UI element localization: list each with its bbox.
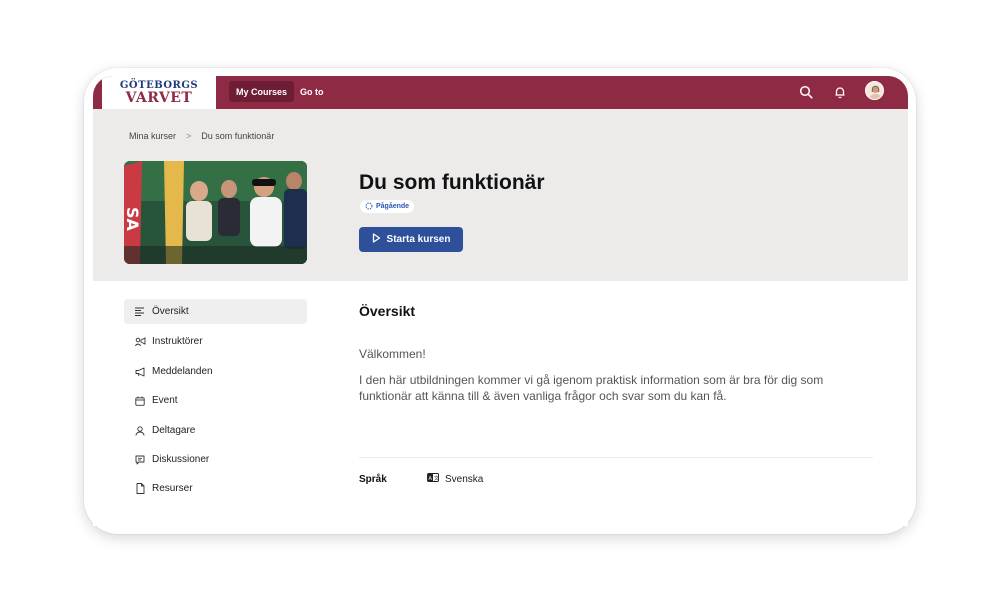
sidebar-item-resurser[interactable]: Resurser: [124, 476, 307, 501]
language-icon: A文: [427, 473, 439, 485]
sidebar-item-deltagare[interactable]: Deltagare: [124, 418, 307, 443]
start-course-label: Starta kursen: [386, 234, 451, 245]
divider: [359, 457, 873, 458]
megaphone-person-icon: [134, 336, 146, 348]
sidebar-item-label: Instruktörer: [152, 336, 203, 347]
language-value-label: Svenska: [445, 473, 484, 485]
course-header: Mina kurser > Du som funktionär SA Du so…: [93, 109, 908, 281]
list-icon: [134, 306, 146, 318]
sidebar-item-label: Resurser: [152, 483, 193, 494]
language-label: Språk: [359, 474, 387, 485]
status-badge-label: Pågående: [376, 203, 410, 210]
avatar[interactable]: [865, 81, 884, 100]
svg-text:文: 文: [434, 475, 439, 482]
status-badge: Pågående: [360, 200, 415, 213]
breadcrumb-separator: >: [186, 131, 192, 141]
start-course-button[interactable]: Starta kursen: [359, 227, 463, 252]
sidebar-item-oversikt[interactable]: Översikt: [124, 299, 307, 324]
sidebar-item-instruktorer[interactable]: Instruktörer: [124, 329, 307, 354]
user-icon: [134, 425, 146, 437]
course-thumbnail-image: SA: [124, 161, 307, 264]
calendar-icon: [134, 395, 146, 407]
sidebar-item-label: Översikt: [152, 306, 189, 317]
sidebar-item-label: Diskussioner: [152, 454, 210, 465]
language-value: A文 Svenska: [427, 473, 483, 485]
logo-text-bottom: VARVET: [125, 89, 193, 106]
nav-go-to[interactable]: Go to: [293, 81, 331, 102]
welcome-text: Välkommen!: [359, 347, 426, 361]
play-icon: [372, 233, 381, 246]
breadcrumb-link-courses[interactable]: Mina kurser: [129, 131, 176, 141]
svg-text:A: A: [429, 476, 433, 482]
nav-my-courses[interactable]: My Courses: [229, 81, 295, 102]
svg-text:SA: SA: [124, 207, 142, 232]
sidebar-item-diskussioner[interactable]: Diskussioner: [124, 447, 307, 472]
progress-spinner-icon: [365, 202, 373, 212]
app-window: GÖTEBORGS VARVET My Courses Go to Mina k…: [93, 76, 908, 526]
course-description: I den här utbildningen kommer vi gå igen…: [359, 373, 824, 403]
file-icon: [134, 483, 146, 495]
chat-icon: [134, 454, 146, 466]
top-navigation-bar: GÖTEBORGS VARVET My Courses Go to: [93, 76, 908, 109]
course-title: Du som funktionär: [359, 171, 545, 194]
sidebar-item-event[interactable]: Event: [124, 388, 307, 413]
overview-heading: Översikt: [359, 303, 416, 319]
breadcrumb: Mina kurser > Du som funktionär: [129, 131, 274, 141]
megaphone-icon: [134, 366, 146, 378]
breadcrumb-current: Du som funktionär: [201, 131, 275, 141]
brand-logo[interactable]: GÖTEBORGS VARVET: [102, 76, 216, 109]
sidebar-item-label: Deltagare: [152, 425, 196, 436]
search-icon[interactable]: [797, 83, 815, 101]
sidebar-item-label: Event: [152, 395, 178, 406]
sidebar-item-label: Meddelanden: [152, 366, 213, 377]
logo-text-top: GÖTEBORGS: [119, 79, 199, 91]
bell-icon[interactable]: [831, 83, 849, 101]
sidebar-item-meddelanden[interactable]: Meddelanden: [124, 359, 307, 384]
